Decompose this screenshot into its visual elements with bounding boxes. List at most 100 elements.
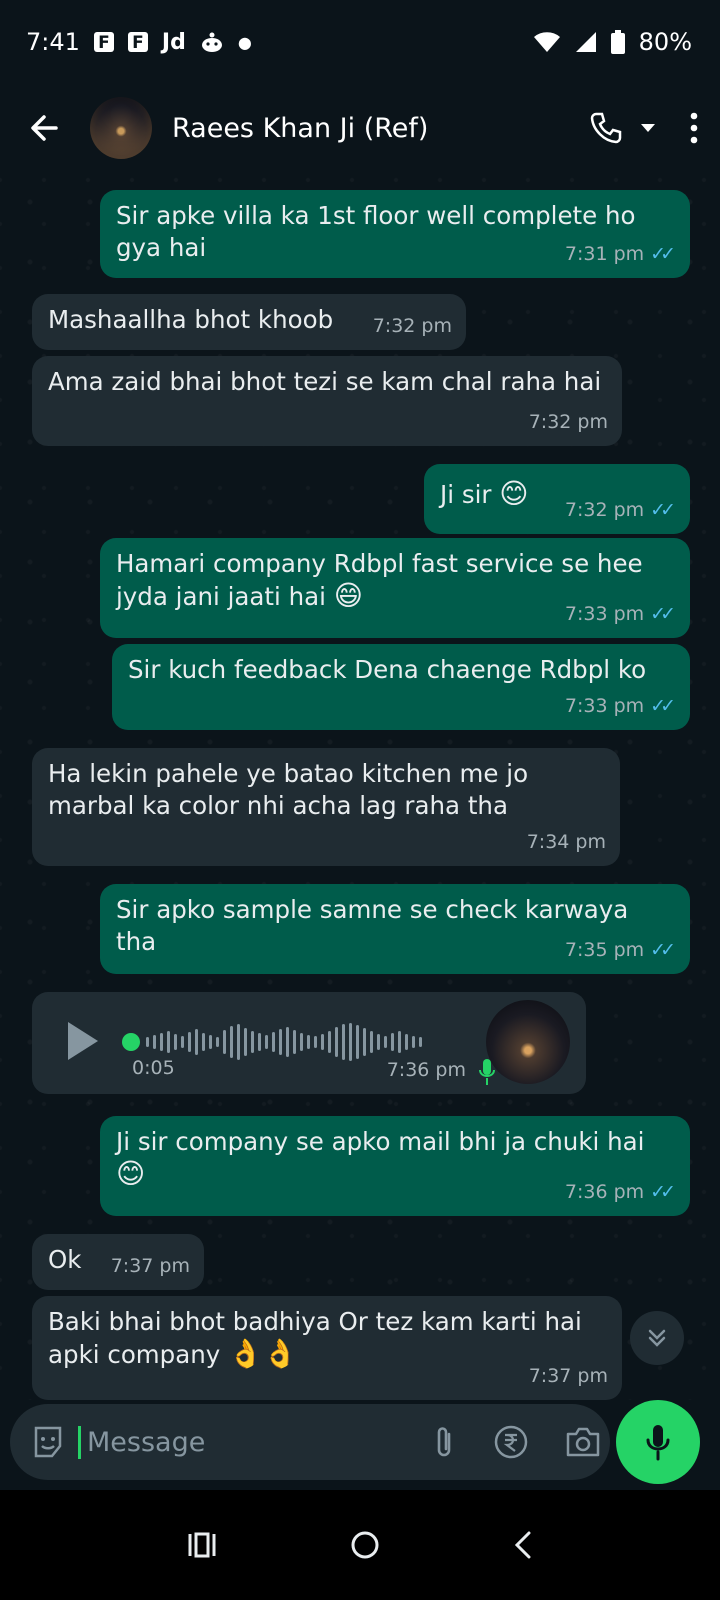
message-outgoing[interactable]: Sir kuch feedback Dena chaenge Rdbpl ko … <box>112 644 690 730</box>
read-ticks-icon: ✓✓ <box>650 499 676 521</box>
signal-icon <box>575 31 597 53</box>
message-text: Baki bhai bhot badhiya Or tez kam karti … <box>48 1307 582 1369</box>
message-time: 7:37 pm <box>528 1365 608 1387</box>
message-incoming[interactable]: Ha lekin pahele ye batao kitchen me jo m… <box>32 748 620 866</box>
message-outgoing[interactable]: Sir apko sample samne se check karwaya t… <box>100 884 690 974</box>
microphone-icon <box>645 1423 671 1461</box>
message-time: 7:31 pm <box>564 243 645 265</box>
waveform-bar <box>146 1037 149 1047</box>
waveform-bar <box>265 1035 268 1049</box>
message-text: Sir kuch feedback Dena chaenge Rdbpl ko <box>128 655 647 684</box>
facebook-icon: F <box>127 32 148 53</box>
read-ticks-icon: ✓✓ <box>650 603 676 625</box>
call-dropdown-icon[interactable] <box>640 122 656 134</box>
waveform-bar <box>419 1037 422 1047</box>
message-outgoing[interactable]: Hamari company Rdbpl fast service se hee… <box>100 538 690 638</box>
waveform-bar <box>377 1034 380 1050</box>
waveform-bar <box>384 1036 387 1048</box>
message-time: 7:36 pm <box>386 1059 466 1081</box>
waveform-bar <box>244 1028 247 1056</box>
system-nav-bar <box>0 1490 720 1600</box>
read-ticks-icon: ✓✓ <box>650 1181 676 1203</box>
waveform-bar <box>363 1028 366 1056</box>
waveform-bar <box>209 1035 212 1049</box>
message-time: 7:32 pm <box>528 411 608 433</box>
message-text: Ok <box>48 1245 82 1274</box>
microphone-icon <box>478 1058 496 1086</box>
voice-record-button[interactable] <box>616 1400 700 1484</box>
grin-emoji: 😄 <box>333 579 363 612</box>
recent-apps-icon[interactable] <box>187 1532 217 1558</box>
message-time: 7:33 pm <box>564 603 645 625</box>
reddit-icon <box>200 31 224 53</box>
sender-avatar <box>486 1000 570 1084</box>
waveform-bar <box>300 1033 303 1051</box>
waveform-bar <box>370 1031 373 1053</box>
back-arrow-icon[interactable] <box>24 108 64 148</box>
waveform-bar <box>195 1029 198 1055</box>
read-ticks-icon: ✓✓ <box>650 695 676 717</box>
play-icon[interactable] <box>68 1022 98 1060</box>
audio-waveform[interactable] <box>146 1017 422 1067</box>
message-outgoing[interactable]: Ji sir company se apko mail bhi ja chuki… <box>100 1116 690 1216</box>
attach-icon[interactable] <box>431 1424 457 1460</box>
message-text: Ji sir company se apko mail bhi ja chuki… <box>116 1127 645 1156</box>
wifi-icon <box>533 31 561 53</box>
contact-avatar[interactable] <box>90 97 152 159</box>
battery-percent: 80% <box>638 28 692 56</box>
waveform-bar <box>293 1030 296 1054</box>
message-incoming[interactable]: Baki bhai bhot badhiya Or tez kam karti … <box>32 1296 622 1400</box>
waveform-bar <box>335 1027 338 1057</box>
message-incoming[interactable]: Mashaallha bhot khoob 7:32 pm <box>32 294 466 350</box>
scroll-to-bottom-button[interactable] <box>630 1311 684 1365</box>
double-chevron-down-icon <box>645 1326 669 1350</box>
facebook-icon: F <box>93 32 114 53</box>
message-outgoing[interactable]: Sir apke villa ka 1st floor well complet… <box>100 190 690 278</box>
message-time: 7:34 pm <box>526 831 606 853</box>
message-incoming[interactable]: Ama zaid bhai bhot tezi se kam chal raha… <box>32 356 622 446</box>
payment-rupee-icon[interactable] <box>493 1424 529 1460</box>
waveform-bar <box>349 1023 352 1061</box>
waveform-bar <box>412 1036 415 1048</box>
waveform-bar <box>153 1035 156 1049</box>
message-time: 7:32 pm <box>564 499 645 521</box>
voice-call-icon[interactable] <box>588 110 624 146</box>
message-incoming[interactable]: Ok 7:37 pm <box>32 1234 204 1290</box>
message-text: Mashaallha bhot khoob <box>48 305 334 334</box>
justdial-icon: Jd <box>161 29 186 55</box>
chat-header: Raees Khan Ji (Ref) <box>0 84 720 172</box>
voice-message[interactable]: 0:05 7:36 pm <box>32 992 586 1094</box>
waveform-bar <box>223 1030 226 1054</box>
waveform-bar <box>272 1032 275 1052</box>
waveform-bar <box>342 1024 345 1060</box>
message-text: Ji sir <box>440 480 492 509</box>
waveform-bar <box>202 1033 205 1051</box>
waveform-bar <box>167 1031 170 1053</box>
smile-emoji: 😊 <box>499 477 529 510</box>
waveform-bar <box>237 1024 240 1060</box>
home-icon[interactable] <box>350 1530 380 1560</box>
sticker-icon[interactable] <box>30 1424 66 1460</box>
contact-name[interactable]: Raees Khan Ji (Ref) <box>172 113 588 144</box>
message-input[interactable] <box>78 1425 431 1459</box>
chat-area[interactable]: Sir apke villa ka 1st floor well complet… <box>0 172 720 1400</box>
back-icon[interactable] <box>513 1531 533 1559</box>
message-outgoing[interactable]: Ji sir 😊 7:32 pm ✓✓ <box>424 464 690 534</box>
message-time: 7:33 pm <box>564 695 645 717</box>
waveform-bar <box>321 1034 324 1050</box>
waveform-bar <box>328 1031 331 1053</box>
waveform-bar <box>258 1033 261 1051</box>
waveform-bar <box>279 1029 282 1055</box>
camera-icon[interactable] <box>565 1426 601 1458</box>
waveform-bar <box>174 1034 177 1050</box>
smile-emoji: 😊 <box>116 1157 146 1190</box>
waveform-bar <box>356 1025 359 1059</box>
message-time: 7:35 pm <box>564 939 645 961</box>
message-text: Sir apke villa ka 1st floor well complet… <box>116 201 636 262</box>
waveform-bar <box>216 1037 219 1047</box>
notification-dot-icon: ● <box>237 32 252 52</box>
playback-position-dot[interactable] <box>122 1033 140 1051</box>
more-options-icon[interactable] <box>690 112 698 144</box>
waveform-bar <box>230 1026 233 1058</box>
ok-hand-emoji: 👌👌 <box>228 1337 298 1370</box>
